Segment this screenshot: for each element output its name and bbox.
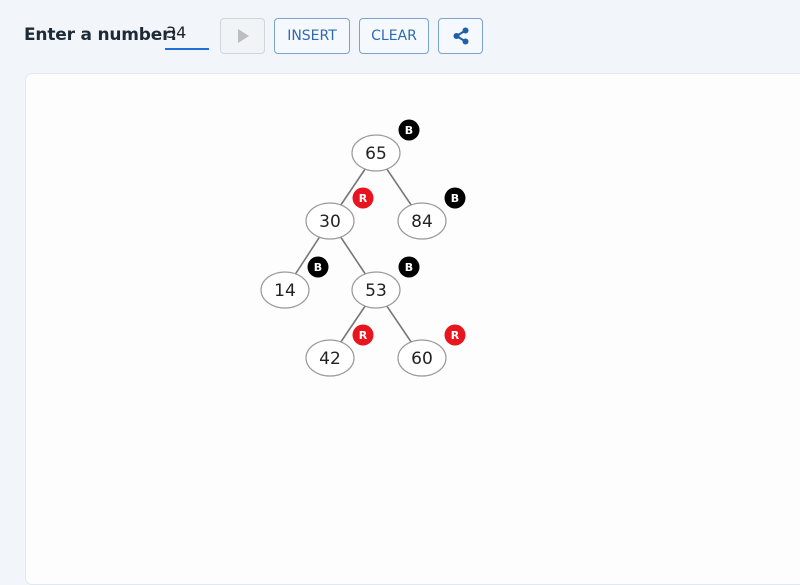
node-value: 53: [365, 281, 387, 301]
number-input-label: Enter a number:: [24, 25, 177, 45]
tree-node-53: 53 B: [351, 256, 420, 309]
badge-letter: B: [314, 261, 322, 274]
node-value: 65: [365, 144, 387, 164]
node-value: 60: [411, 349, 433, 369]
tree-node-30: 30 R: [305, 187, 374, 240]
toolbar: Enter a number: INSERT CLEAR: [0, 0, 800, 72]
node-value: 84: [411, 212, 433, 232]
tree-node-65: 65 B: [351, 119, 420, 172]
share-button[interactable]: [438, 18, 483, 54]
badge-letter: R: [451, 329, 460, 342]
color-badge: B: [398, 256, 420, 278]
badge-letter: R: [359, 329, 368, 342]
color-badge: B: [307, 256, 329, 278]
play-button[interactable]: [220, 18, 265, 54]
color-badge: B: [398, 119, 420, 141]
badge-letter: R: [359, 192, 368, 205]
node-value: 42: [319, 349, 341, 369]
badge-letter: B: [405, 124, 413, 137]
share-icon: [453, 27, 468, 45]
tree-node-60: 60 R: [397, 324, 466, 377]
node-value: 14: [274, 281, 296, 301]
badge-letter: B: [405, 261, 413, 274]
number-input[interactable]: [165, 20, 209, 50]
color-badge: R: [352, 324, 374, 346]
color-badge: R: [444, 324, 466, 346]
clear-button[interactable]: CLEAR: [359, 18, 429, 54]
tree-node-42: 42 R: [305, 324, 374, 377]
tree-canvas: 65 B 30 R 84 B 14 B 53 B 42 R 60 R: [25, 73, 800, 585]
tree-node-14: 14 B: [260, 256, 329, 309]
color-badge: R: [352, 187, 374, 209]
play-icon: [237, 29, 249, 43]
red-black-tree: 65 B 30 R 84 B 14 B 53 B 42 R 60 R: [260, 119, 466, 377]
color-badge: B: [444, 187, 466, 209]
tree-node-84: 84 B: [397, 187, 466, 240]
badge-letter: B: [451, 192, 459, 205]
insert-button[interactable]: INSERT: [274, 18, 350, 54]
node-value: 30: [319, 212, 341, 232]
